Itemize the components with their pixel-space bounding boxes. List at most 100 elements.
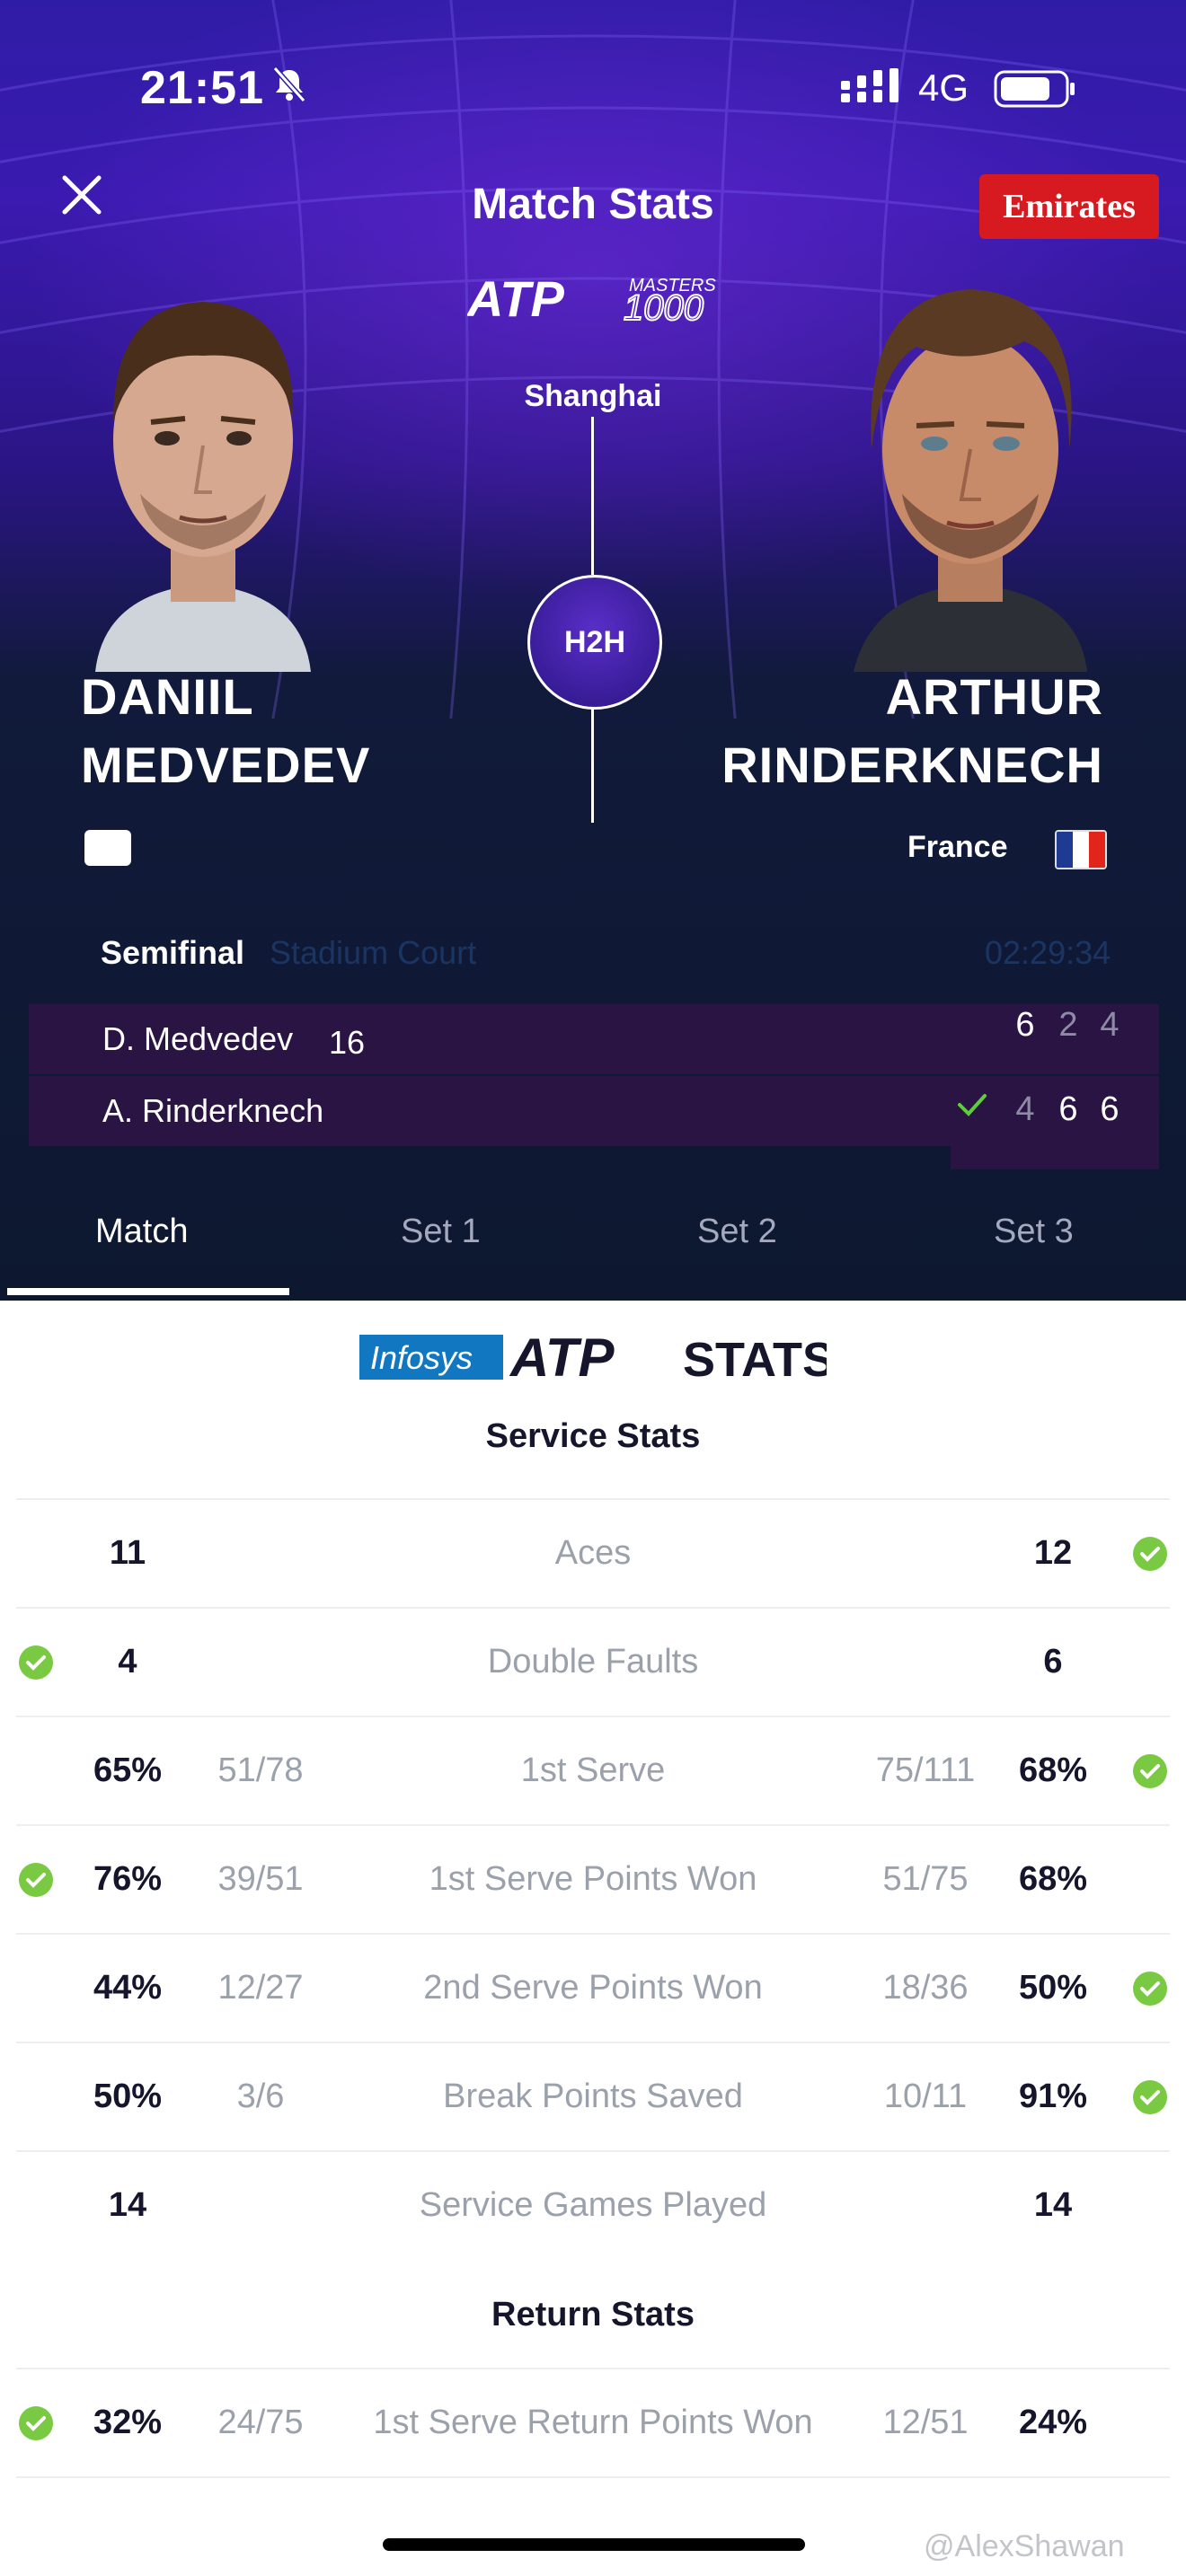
stat-right-value: 91% bbox=[1018, 2078, 1088, 2115]
p2-set3-score: 6 bbox=[1100, 1090, 1120, 1128]
stat-left-value: 4 bbox=[118, 1643, 137, 1681]
right-winner-check-icon bbox=[1133, 1537, 1167, 1571]
left-winner-check-icon bbox=[19, 1645, 53, 1680]
stat-left-value: 44% bbox=[93, 1969, 163, 2007]
player1-first-name: DANIIL bbox=[81, 668, 254, 725]
watermark: @AlexShawan bbox=[924, 2529, 1125, 2563]
stat-label: 1st Serve bbox=[520, 1751, 666, 1789]
p2-set2-score: 6 bbox=[1058, 1090, 1078, 1128]
player2-last-name: RINDERKNECH bbox=[721, 737, 1103, 793]
stat-right-fraction: 10/11 bbox=[883, 2078, 968, 2115]
stat-label: 2nd Serve Points Won bbox=[423, 1969, 763, 2007]
p1-set3-score: 4 bbox=[1100, 1006, 1120, 1044]
center-divider-top bbox=[591, 417, 594, 575]
stat-left-fraction: 24/75 bbox=[217, 2404, 304, 2441]
home-indicator[interactable] bbox=[383, 2538, 805, 2551]
h2h-button[interactable]: H2H bbox=[527, 575, 662, 710]
service-stats-title: Service Stats bbox=[485, 1417, 701, 1455]
stat-left-value: 50% bbox=[93, 2078, 163, 2115]
stat-label: Break Points Saved bbox=[443, 2078, 743, 2115]
right-winner-check-icon bbox=[1133, 2080, 1167, 2114]
stat-row: 11 Aces 12 bbox=[0, 1500, 1186, 1608]
signal-icon bbox=[841, 68, 898, 102]
stat-right-fraction: 51/75 bbox=[882, 1860, 969, 1898]
svg-text:ATP: ATP bbox=[467, 270, 564, 327]
tab-match[interactable]: Match bbox=[95, 1213, 188, 1251]
svg-text:Infosys: Infosys bbox=[370, 1339, 473, 1376]
scoreboard-player1-seed: 16 bbox=[329, 1024, 366, 1061]
tab-set-3[interactable]: Set 3 bbox=[994, 1213, 1074, 1251]
atp-masters-1000-logo: ATP MASTERS 1000 bbox=[467, 270, 716, 329]
stat-left-value: 11 bbox=[109, 1534, 146, 1572]
stat-label: Double Faults bbox=[487, 1643, 699, 1681]
match-court: Stadium Court bbox=[270, 934, 477, 971]
stat-right-value: 68% bbox=[1018, 1860, 1088, 1898]
svg-text:STATS: STATS bbox=[683, 1333, 827, 1385]
svg-text:1000: 1000 bbox=[624, 288, 704, 328]
p1-set2-score: 2 bbox=[1058, 1006, 1078, 1044]
right-winner-check-icon bbox=[1133, 1972, 1167, 2006]
stat-left-value: 14 bbox=[108, 2186, 147, 2224]
tab-set-2[interactable]: Set 2 bbox=[697, 1213, 777, 1251]
stat-left-fraction: 3/6 bbox=[236, 2078, 285, 2115]
stat-left-fraction: 51/78 bbox=[217, 1751, 304, 1789]
battery-icon bbox=[994, 70, 1075, 108]
stat-label: Aces bbox=[554, 1534, 632, 1572]
stat-right-value: 6 bbox=[1043, 1643, 1063, 1681]
stat-left-fraction: 39/51 bbox=[217, 1860, 304, 1898]
player2-name[interactable]: ARTHUR RINDERKNECH bbox=[721, 663, 1103, 799]
tab-set-1[interactable]: Set 1 bbox=[401, 1213, 481, 1251]
stat-row: 50% 3/6 Break Points Saved 10/11 91% bbox=[0, 2043, 1186, 2151]
svg-text:ATP: ATP bbox=[509, 1329, 615, 1385]
stat-left-value: 76% bbox=[93, 1860, 163, 1898]
stat-right-value: 14 bbox=[1033, 2186, 1073, 2224]
stat-row: 65% 51/78 1st Serve 75/111 68% bbox=[0, 1717, 1186, 1825]
stat-label: Service Games Played bbox=[419, 2186, 767, 2224]
stat-label: 1st Serve Return Points Won bbox=[373, 2404, 813, 2441]
stat-right-fraction: 18/36 bbox=[882, 1969, 969, 2007]
stat-row: 4 Double Faults 6 bbox=[0, 1609, 1186, 1716]
stat-right-value: 12 bbox=[1033, 1534, 1073, 1572]
stat-row: 14 Service Games Played 14 bbox=[0, 2152, 1186, 2260]
return-stats-title: Return Stats bbox=[491, 2296, 695, 2333]
stat-right-fraction: 12/51 bbox=[882, 2404, 969, 2441]
match-duration: 02:29:34 bbox=[985, 934, 1111, 971]
stat-left-value: 65% bbox=[93, 1751, 163, 1789]
left-winner-check-icon bbox=[19, 1863, 53, 1897]
stat-row: 76% 39/51 1st Serve Points Won 51/75 68% bbox=[0, 1826, 1186, 1934]
player1-name[interactable]: DANIIL MEDVEDEV bbox=[81, 663, 370, 799]
scoreboard-player1-name: D. Medvedev bbox=[102, 1020, 294, 1057]
player1-last-name: MEDVEDEV bbox=[81, 737, 371, 793]
p2-set1-score: 4 bbox=[1015, 1090, 1035, 1128]
stat-left-value: 32% bbox=[93, 2404, 163, 2441]
stat-divider bbox=[16, 2476, 1170, 2478]
stat-right-value: 50% bbox=[1018, 1969, 1088, 2007]
center-divider-bottom bbox=[591, 704, 594, 823]
bell-muted-icon bbox=[272, 66, 306, 102]
stat-left-fraction: 12/27 bbox=[217, 1969, 304, 2007]
player1-flag-icon bbox=[84, 830, 131, 866]
infosys-atp-stats-logo: Infosys ATP STATS bbox=[359, 1329, 827, 1385]
match-round: Semifinal bbox=[101, 934, 245, 971]
player2-country: France bbox=[907, 830, 1008, 864]
winner-check-icon bbox=[958, 1094, 987, 1116]
active-tab-indicator bbox=[7, 1288, 289, 1295]
player1-photo bbox=[95, 302, 311, 672]
p1-set1-score: 6 bbox=[1015, 1006, 1035, 1044]
stat-label: 1st Serve Points Won bbox=[429, 1860, 757, 1898]
stat-right-value: 68% bbox=[1018, 1751, 1088, 1789]
left-winner-check-icon bbox=[19, 2406, 53, 2440]
stat-row: 32% 24/75 1st Serve Return Points Won 12/51… bbox=[0, 2369, 1186, 2477]
status-time: 21:51 bbox=[140, 62, 264, 114]
match-header-panel: 21:51 4G Match Stats Emirates ATP MASTER… bbox=[0, 0, 1186, 1301]
sponsor-logo: Emirates bbox=[979, 174, 1159, 239]
player2-first-name: ARTHUR bbox=[885, 668, 1103, 725]
france-flag-icon bbox=[1055, 830, 1107, 869]
right-winner-check-icon bbox=[1133, 1754, 1167, 1788]
stat-row: 44% 12/27 2nd Serve Points Won 18/36 50% bbox=[0, 1935, 1186, 2042]
player2-photo bbox=[854, 289, 1087, 672]
stat-right-fraction: 75/111 bbox=[875, 1751, 976, 1789]
network-type: 4G bbox=[918, 66, 969, 109]
stat-right-value: 24% bbox=[1018, 2404, 1088, 2441]
scoreboard-player2-name: A. Rinderknech bbox=[102, 1092, 324, 1129]
